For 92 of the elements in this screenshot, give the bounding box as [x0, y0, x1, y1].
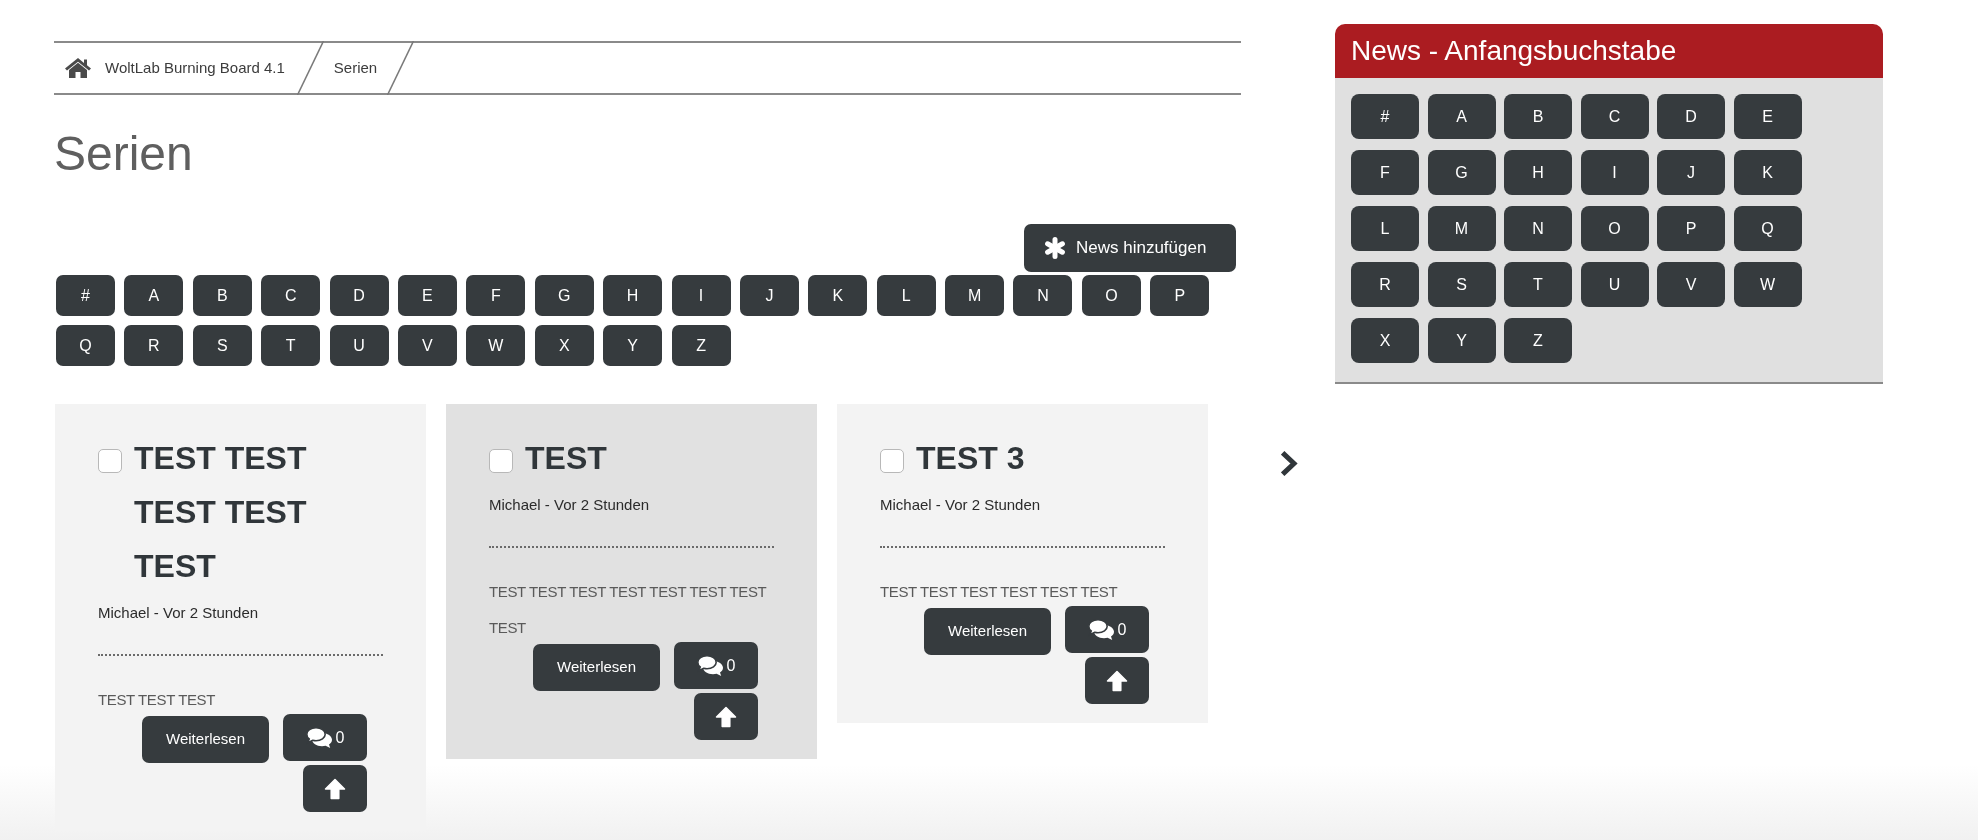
- card-title[interactable]: TEST 3: [916, 431, 1025, 485]
- read-more-button[interactable]: Weiterlesen: [142, 716, 269, 763]
- letter-filter-button[interactable]: #: [56, 275, 115, 316]
- letter-filter-button[interactable]: F: [466, 275, 526, 316]
- breadcrumb-link[interactable]: WoltLab Burning Board 4.1: [65, 56, 285, 80]
- letter-filter-button[interactable]: T: [1504, 262, 1572, 307]
- letter-filter-button[interactable]: D: [1657, 94, 1725, 139]
- arrow-up-icon: [715, 705, 737, 728]
- checkbox[interactable]: [489, 449, 513, 473]
- letter-filter-button[interactable]: B: [1504, 94, 1572, 139]
- letter-filter-button[interactable]: P: [1657, 206, 1725, 251]
- speech-bubbles-icon: [696, 655, 723, 676]
- asterisk-icon: [1044, 237, 1066, 259]
- letter-filter-button[interactable]: P: [1150, 275, 1210, 316]
- letter-filter-button[interactable]: C: [1580, 94, 1649, 139]
- letter-filter-button[interactable]: M: [1427, 206, 1496, 251]
- breadcrumb-link[interactable]: Serien: [333, 56, 378, 80]
- comments-button[interactable]: 0: [283, 714, 367, 761]
- letter-filter-button[interactable]: O: [1580, 206, 1649, 251]
- card-excerpt: TEST TEST TEST TEST TEST TEST: [880, 582, 1119, 602]
- letter-filter-button[interactable]: I: [671, 275, 731, 316]
- letter-filter-button[interactable]: H: [603, 275, 663, 316]
- page-title: Serien: [54, 126, 194, 182]
- home-icon: [65, 58, 91, 78]
- letter-filter-button[interactable]: I: [1580, 150, 1649, 195]
- checkbox[interactable]: [98, 449, 122, 473]
- letter-filter-button[interactable]: H: [1504, 150, 1572, 195]
- comments-button[interactable]: 0: [674, 642, 758, 689]
- card-title[interactable]: TEST TEST TEST TEST TEST: [134, 431, 334, 593]
- letter-filter-button[interactable]: K: [808, 275, 868, 316]
- arrow-up-button[interactable]: [303, 765, 367, 812]
- letter-filter-button[interactable]: D: [329, 275, 389, 316]
- read-more-button[interactable]: Weiterlesen: [924, 608, 1051, 655]
- letter-filter-button[interactable]: #: [1351, 94, 1419, 139]
- checkbox[interactable]: [880, 449, 904, 473]
- letter-filter-button[interactable]: U: [1580, 262, 1649, 307]
- letter-filter-button[interactable]: O: [1081, 275, 1141, 316]
- letter-filter-button[interactable]: S: [192, 325, 252, 366]
- letter-filter-button[interactable]: L: [1351, 206, 1419, 251]
- letter-filter-button[interactable]: M: [945, 275, 1005, 316]
- letter-filter-button[interactable]: Z: [671, 325, 731, 366]
- letter-filter-button[interactable]: J: [1657, 150, 1725, 195]
- speech-bubbles-icon: [305, 727, 332, 748]
- letter-filter-button[interactable]: W: [466, 325, 526, 366]
- letter-filter-button[interactable]: R: [1351, 262, 1419, 307]
- sidebar-title: News - Anfangsbuchstabe: [1351, 34, 1677, 68]
- letter-filter-button[interactable]: G: [1427, 150, 1496, 195]
- arrow-up-button[interactable]: [1085, 657, 1149, 704]
- add-news-button[interactable]: News hinzufügen: [1024, 224, 1236, 272]
- letter-filter-button[interactable]: E: [1733, 94, 1802, 139]
- letter-filter-button[interactable]: E: [397, 275, 457, 316]
- read-more-button[interactable]: Weiterlesen: [533, 644, 660, 691]
- letter-filter-button[interactable]: V: [397, 325, 457, 366]
- chevron-right-icon: [1281, 451, 1298, 476]
- letter-filter-button[interactable]: G: [534, 275, 594, 316]
- breadcrumb-separator: [296, 41, 324, 95]
- letter-filter-button[interactable]: T: [261, 325, 321, 366]
- card-meta: Michael - Vor 2 Stunden: [98, 603, 260, 623]
- letter-filter-button[interactable]: A: [1427, 94, 1496, 139]
- letter-filter-button[interactable]: Q: [1733, 206, 1802, 251]
- letter-filter-button[interactable]: Y: [603, 325, 663, 366]
- letter-filter-button[interactable]: K: [1733, 150, 1802, 195]
- letter-filter-button[interactable]: Q: [56, 325, 115, 366]
- card-meta: Michael - Vor 2 Stunden: [489, 495, 651, 515]
- arrow-up-icon: [324, 777, 346, 800]
- letter-filter-button[interactable]: X: [534, 325, 594, 366]
- letter-filter-button[interactable]: N: [1504, 206, 1572, 251]
- speech-bubbles-icon: [1087, 619, 1114, 640]
- arrow-up-icon: [1106, 669, 1128, 692]
- letter-filter-button[interactable]: U: [329, 325, 389, 366]
- letter-filter-button[interactable]: A: [124, 275, 184, 316]
- card-excerpt: TEST TEST TEST TEST TEST TEST TEST TEST: [489, 582, 768, 638]
- letter-filter-button[interactable]: B: [192, 275, 252, 316]
- letter-filter-button[interactable]: N: [1013, 275, 1073, 316]
- letter-filter-button[interactable]: Y: [1427, 318, 1496, 363]
- card-title[interactable]: TEST: [525, 431, 607, 485]
- letter-filter-button[interactable]: J: [739, 275, 799, 316]
- letter-filter-button[interactable]: Z: [1504, 318, 1572, 363]
- letter-filter-button[interactable]: F: [1351, 150, 1419, 195]
- letter-filter-button[interactable]: W: [1733, 262, 1802, 307]
- letter-filter-button[interactable]: L: [876, 275, 936, 316]
- letter-filter-button[interactable]: R: [124, 325, 184, 366]
- arrow-up-button[interactable]: [694, 693, 758, 740]
- letter-filter-button[interactable]: S: [1427, 262, 1496, 307]
- card-meta: Michael - Vor 2 Stunden: [880, 495, 1042, 515]
- card-excerpt: TEST TEST TEST: [98, 690, 216, 710]
- comments-button[interactable]: 0: [1065, 606, 1149, 653]
- letter-filter-button[interactable]: C: [261, 275, 321, 316]
- letter-filter-button[interactable]: V: [1657, 262, 1725, 307]
- letter-filter-button[interactable]: X: [1351, 318, 1419, 363]
- breadcrumb-separator: [387, 41, 415, 95]
- next-button[interactable]: [1281, 451, 1298, 476]
